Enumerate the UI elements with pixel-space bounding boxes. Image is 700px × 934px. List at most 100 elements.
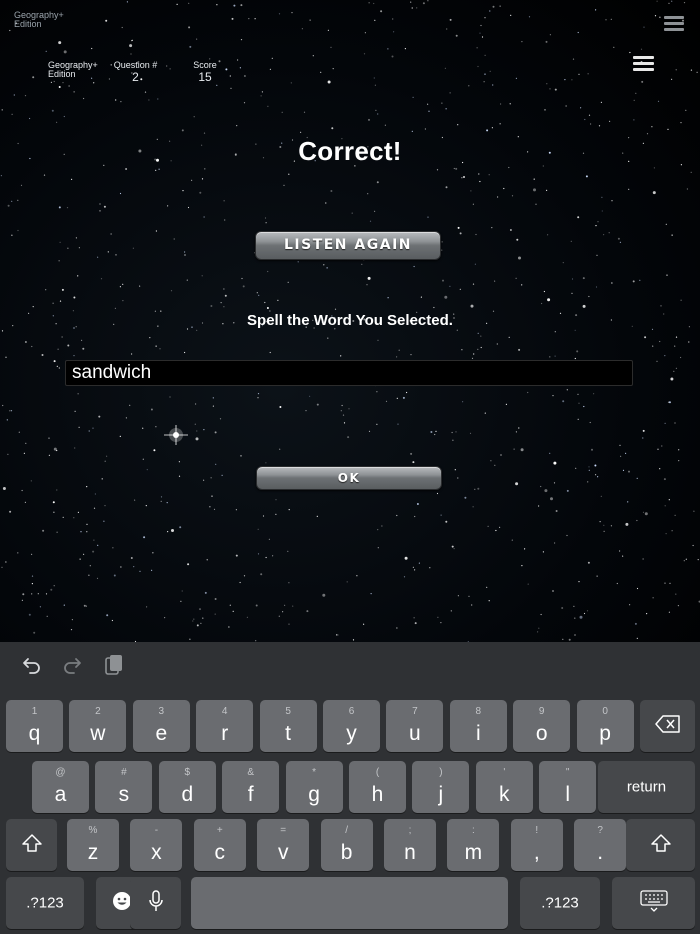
main-menu-icon[interactable]	[633, 56, 654, 71]
key-z[interactable]: % z	[67, 819, 119, 871]
star	[368, 2, 370, 4]
numbers-left-key[interactable]: .?123	[6, 877, 84, 929]
star	[237, 59, 239, 61]
star	[633, 119, 635, 121]
edition-label: Geography+ Edition	[48, 60, 98, 79]
star	[112, 547, 114, 549]
key-m[interactable]: :m	[447, 819, 500, 871]
star	[480, 346, 482, 349]
key-o[interactable]: 9o	[513, 700, 571, 752]
return-key[interactable]: return	[598, 761, 695, 813]
star	[511, 195, 514, 197]
backspace-key[interactable]	[640, 700, 695, 752]
star	[266, 307, 269, 309]
star	[457, 595, 459, 597]
star	[192, 620, 194, 622]
star	[82, 347, 85, 350]
star	[683, 1, 686, 4]
microphone-key[interactable]	[130, 877, 181, 929]
key-a[interactable]: @ a	[32, 761, 89, 813]
key-v[interactable]: = v	[257, 819, 310, 871]
star	[429, 567, 431, 569]
star	[652, 191, 656, 195]
hide-keyboard-key[interactable]	[612, 877, 695, 929]
answer-input[interactable]	[65, 360, 633, 386]
ok-button[interactable]: OK	[256, 466, 442, 490]
key-w[interactable]: 2w	[69, 700, 127, 752]
key-k[interactable]: ' k	[475, 761, 533, 813]
redo-icon[interactable]	[62, 655, 82, 680]
star	[83, 553, 85, 555]
star	[464, 496, 467, 499]
star	[547, 298, 551, 302]
star	[475, 233, 477, 236]
star	[300, 131, 302, 133]
key-letter: z	[87, 841, 99, 864]
key-r[interactable]: 4r	[196, 700, 254, 752]
key-l[interactable]: " l	[539, 761, 597, 813]
key-f[interactable]: & f	[222, 761, 280, 813]
star	[515, 482, 519, 486]
key-x[interactable]: -x	[130, 819, 183, 871]
key-u[interactable]: 7u	[386, 700, 444, 752]
star	[660, 305, 662, 307]
key-hint: #	[121, 767, 127, 778]
star	[110, 233, 112, 235]
menu-icon[interactable]	[664, 16, 684, 31]
key-n[interactable]: ; n	[384, 819, 436, 871]
key-j[interactable]: ) j	[412, 761, 470, 813]
star	[303, 111, 306, 113]
star	[652, 597, 654, 599]
star	[169, 396, 171, 398]
star	[28, 613, 31, 616]
star	[309, 395, 311, 397]
key-b[interactable]: / b	[320, 819, 373, 871]
key-h[interactable]: (h	[349, 761, 406, 813]
key-i[interactable]: 8i	[449, 700, 507, 752]
space-key[interactable]	[191, 877, 508, 929]
key-d[interactable]: $ d	[158, 761, 216, 813]
key-p[interactable]: 0p	[576, 700, 634, 752]
star	[515, 77, 518, 79]
star	[635, 92, 637, 94]
star	[377, 529, 379, 531]
key-hint: -	[154, 825, 159, 836]
star	[549, 356, 551, 358]
shift-right-key[interactable]	[626, 819, 695, 871]
shift-left-key[interactable]	[6, 819, 57, 871]
star	[398, 349, 400, 351]
star	[17, 552, 19, 554]
star	[268, 538, 270, 540]
star	[538, 505, 540, 507]
star	[554, 88, 557, 91]
result-message: Correct!	[298, 136, 402, 166]
star	[491, 227, 493, 229]
star	[411, 7, 413, 9]
star	[31, 553, 33, 556]
star	[620, 455, 622, 457]
key-t[interactable]: 5t	[259, 700, 317, 752]
star	[603, 234, 605, 236]
key-g[interactable]: * g	[285, 761, 343, 813]
key-e[interactable]: 3e	[132, 700, 190, 752]
key-s[interactable]: # s	[95, 761, 153, 813]
key-y[interactable]: 6y	[323, 700, 380, 752]
key-q[interactable]: 1q	[6, 700, 63, 752]
listen-again-button[interactable]: LISTEN AGAIN	[255, 231, 441, 260]
star	[139, 285, 141, 287]
star	[428, 110, 430, 112]
key-period[interactable]: ?.	[574, 819, 627, 871]
star	[664, 505, 666, 507]
star	[477, 65, 479, 68]
key-c[interactable]: + c	[193, 819, 246, 871]
star	[578, 73, 580, 75]
undo-icon[interactable]	[22, 655, 42, 680]
star	[511, 539, 513, 541]
numbers-right-key[interactable]: .?123	[520, 877, 600, 929]
star	[155, 426, 157, 428]
star	[449, 92, 451, 94]
star	[223, 306, 225, 308]
paste-icon[interactable]	[104, 654, 124, 681]
key-comma[interactable]: !,	[510, 819, 563, 871]
star	[199, 608, 201, 611]
